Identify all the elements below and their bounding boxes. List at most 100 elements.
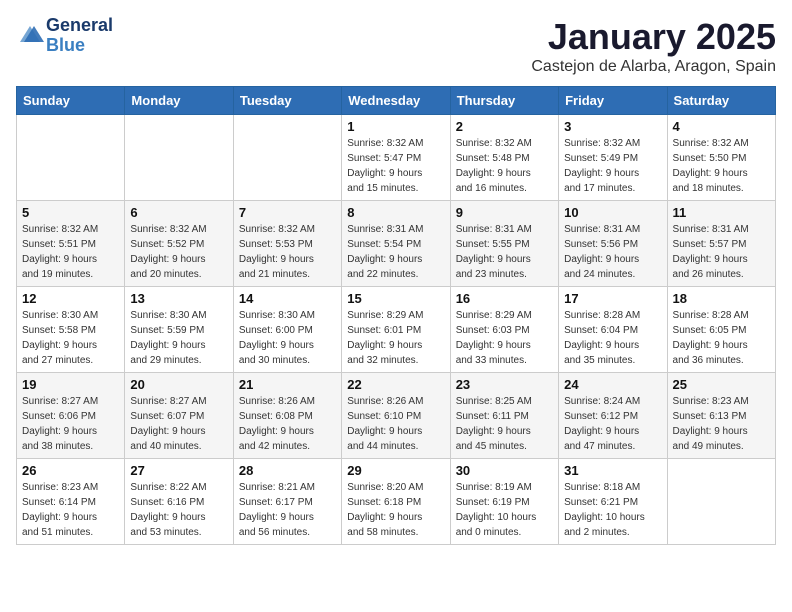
calendar-day-cell: 16 Sunrise: 8:29 AM Sunset: 6:03 PM Dayli…: [450, 287, 558, 373]
day-detail: Sunrise: 8:30 AM Sunset: 5:58 PM Dayligh…: [22, 308, 119, 368]
day-number: 26: [22, 463, 119, 478]
calendar-day-cell: [667, 459, 775, 545]
day-of-week-header: Friday: [559, 87, 667, 115]
logo-general-text: General: [46, 16, 113, 36]
day-number: 4: [673, 119, 770, 134]
calendar-day-cell: 23 Sunrise: 8:25 AM Sunset: 6:11 PM Dayli…: [450, 373, 558, 459]
day-detail: Sunrise: 8:30 AM Sunset: 6:00 PM Dayligh…: [239, 308, 336, 368]
calendar-day-cell: 4 Sunrise: 8:32 AM Sunset: 5:50 PM Daylig…: [667, 115, 775, 201]
day-number: 8: [347, 205, 444, 220]
day-detail: Sunrise: 8:19 AM Sunset: 6:19 PM Dayligh…: [456, 480, 553, 540]
day-detail: Sunrise: 8:32 AM Sunset: 5:47 PM Dayligh…: [347, 136, 444, 196]
day-detail: Sunrise: 8:28 AM Sunset: 6:05 PM Dayligh…: [673, 308, 770, 368]
day-detail: Sunrise: 8:32 AM Sunset: 5:52 PM Dayligh…: [130, 222, 227, 282]
calendar-day-cell: 7 Sunrise: 8:32 AM Sunset: 5:53 PM Daylig…: [233, 201, 341, 287]
calendar-day-cell: 27 Sunrise: 8:22 AM Sunset: 6:16 PM Dayli…: [125, 459, 233, 545]
day-detail: Sunrise: 8:31 AM Sunset: 5:54 PM Dayligh…: [347, 222, 444, 282]
day-detail: Sunrise: 8:20 AM Sunset: 6:18 PM Dayligh…: [347, 480, 444, 540]
calendar-day-cell: 17Sunrise: 8:28 AM Sunset: 6:04 PM Dayli…: [559, 287, 667, 373]
calendar-day-cell: 30 Sunrise: 8:19 AM Sunset: 6:19 PM Dayli…: [450, 459, 558, 545]
calendar-day-cell: 2Sunrise: 8:32 AM Sunset: 5:48 PM Daylig…: [450, 115, 558, 201]
calendar-week-row: 26 Sunrise: 8:23 AM Sunset: 6:14 PM Dayli…: [17, 459, 776, 545]
calendar-day-cell: 28Sunrise: 8:21 AM Sunset: 6:17 PM Dayli…: [233, 459, 341, 545]
day-number: 27: [130, 463, 227, 478]
calendar-day-cell: 5 Sunrise: 8:32 AM Sunset: 5:51 PM Daylig…: [17, 201, 125, 287]
calendar-day-cell: 10 Sunrise: 8:31 AM Sunset: 5:56 PM Dayli…: [559, 201, 667, 287]
day-of-week-header: Saturday: [667, 87, 775, 115]
calendar-day-cell: 22 Sunrise: 8:26 AM Sunset: 6:10 PM Dayli…: [342, 373, 450, 459]
calendar-week-row: 19 Sunrise: 8:27 AM Sunset: 6:06 PM Dayli…: [17, 373, 776, 459]
day-number: 14: [239, 291, 336, 306]
day-number: 13: [130, 291, 227, 306]
day-detail: Sunrise: 8:32 AM Sunset: 5:49 PM Dayligh…: [564, 136, 661, 196]
day-number: 24: [564, 377, 661, 392]
day-detail: Sunrise: 8:32 AM Sunset: 5:53 PM Dayligh…: [239, 222, 336, 282]
day-detail: Sunrise: 8:32 AM Sunset: 5:51 PM Dayligh…: [22, 222, 119, 282]
day-detail: Sunrise: 8:23 AM Sunset: 6:13 PM Dayligh…: [673, 394, 770, 454]
calendar-day-cell: 15 Sunrise: 8:29 AM Sunset: 6:01 PM Dayli…: [342, 287, 450, 373]
location: Castejon de Alarba, Aragon, Spain: [531, 58, 776, 76]
calendar-day-cell: 31 Sunrise: 8:18 AM Sunset: 6:21 PM Dayli…: [559, 459, 667, 545]
day-number: 6: [130, 205, 227, 220]
day-number: 19: [22, 377, 119, 392]
logo: General Blue: [16, 16, 113, 56]
calendar-day-cell: 13Sunrise: 8:30 AM Sunset: 5:59 PM Dayli…: [125, 287, 233, 373]
logo-text: General Blue: [46, 16, 113, 56]
day-number: 3: [564, 119, 661, 134]
day-number: 15: [347, 291, 444, 306]
calendar-day-cell: 6 Sunrise: 8:32 AM Sunset: 5:52 PM Daylig…: [125, 201, 233, 287]
day-number: 10: [564, 205, 661, 220]
calendar-day-cell: [233, 115, 341, 201]
day-number: 31: [564, 463, 661, 478]
day-number: 22: [347, 377, 444, 392]
title-section: January 2025 Castejon de Alarba, Aragon,…: [531, 16, 776, 76]
day-detail: Sunrise: 8:31 AM Sunset: 5:56 PM Dayligh…: [564, 222, 661, 282]
day-number: 9: [456, 205, 553, 220]
day-detail: Sunrise: 8:22 AM Sunset: 6:16 PM Dayligh…: [130, 480, 227, 540]
day-detail: Sunrise: 8:28 AM Sunset: 6:04 PM Dayligh…: [564, 308, 661, 368]
day-of-week-header: Wednesday: [342, 87, 450, 115]
day-detail: Sunrise: 8:26 AM Sunset: 6:10 PM Dayligh…: [347, 394, 444, 454]
calendar-day-cell: 3 Sunrise: 8:32 AM Sunset: 5:49 PM Daylig…: [559, 115, 667, 201]
day-detail: Sunrise: 8:29 AM Sunset: 6:03 PM Dayligh…: [456, 308, 553, 368]
day-detail: Sunrise: 8:32 AM Sunset: 5:50 PM Dayligh…: [673, 136, 770, 196]
day-number: 29: [347, 463, 444, 478]
day-number: 30: [456, 463, 553, 478]
calendar-day-cell: 9 Sunrise: 8:31 AM Sunset: 5:55 PM Daylig…: [450, 201, 558, 287]
month-title: January 2025: [531, 16, 776, 58]
day-detail: Sunrise: 8:29 AM Sunset: 6:01 PM Dayligh…: [347, 308, 444, 368]
day-number: 16: [456, 291, 553, 306]
day-of-week-header: Sunday: [17, 87, 125, 115]
day-detail: Sunrise: 8:23 AM Sunset: 6:14 PM Dayligh…: [22, 480, 119, 540]
logo-blue-text: Blue: [46, 36, 113, 56]
day-number: 20: [130, 377, 227, 392]
day-number: 23: [456, 377, 553, 392]
day-number: 7: [239, 205, 336, 220]
calendar-day-cell: 1Sunrise: 8:32 AM Sunset: 5:47 PM Daylig…: [342, 115, 450, 201]
day-number: 5: [22, 205, 119, 220]
day-number: 28: [239, 463, 336, 478]
calendar-day-cell: 20 Sunrise: 8:27 AM Sunset: 6:07 PM Dayli…: [125, 373, 233, 459]
calendar-day-cell: 11Sunrise: 8:31 AM Sunset: 5:57 PM Dayli…: [667, 201, 775, 287]
day-detail: Sunrise: 8:18 AM Sunset: 6:21 PM Dayligh…: [564, 480, 661, 540]
calendar-day-cell: [125, 115, 233, 201]
calendar-day-cell: 19 Sunrise: 8:27 AM Sunset: 6:06 PM Dayli…: [17, 373, 125, 459]
day-number: 11: [673, 205, 770, 220]
calendar-day-cell: 14 Sunrise: 8:30 AM Sunset: 6:00 PM Dayli…: [233, 287, 341, 373]
calendar-day-cell: 26 Sunrise: 8:23 AM Sunset: 6:14 PM Dayli…: [17, 459, 125, 545]
calendar-day-cell: 12 Sunrise: 8:30 AM Sunset: 5:58 PM Dayli…: [17, 287, 125, 373]
day-detail: Sunrise: 8:25 AM Sunset: 6:11 PM Dayligh…: [456, 394, 553, 454]
logo-icon: [16, 22, 44, 50]
calendar-day-cell: 29 Sunrise: 8:20 AM Sunset: 6:18 PM Dayli…: [342, 459, 450, 545]
calendar-week-row: 5 Sunrise: 8:32 AM Sunset: 5:51 PM Daylig…: [17, 201, 776, 287]
day-number: 21: [239, 377, 336, 392]
calendar-week-row: 1Sunrise: 8:32 AM Sunset: 5:47 PM Daylig…: [17, 115, 776, 201]
day-detail: Sunrise: 8:32 AM Sunset: 5:48 PM Dayligh…: [456, 136, 553, 196]
day-detail: Sunrise: 8:27 AM Sunset: 6:07 PM Dayligh…: [130, 394, 227, 454]
day-detail: Sunrise: 8:27 AM Sunset: 6:06 PM Dayligh…: [22, 394, 119, 454]
calendar-week-row: 12 Sunrise: 8:30 AM Sunset: 5:58 PM Dayli…: [17, 287, 776, 373]
day-of-week-header: Tuesday: [233, 87, 341, 115]
day-of-week-header: Thursday: [450, 87, 558, 115]
day-detail: Sunrise: 8:31 AM Sunset: 5:55 PM Dayligh…: [456, 222, 553, 282]
day-number: 12: [22, 291, 119, 306]
